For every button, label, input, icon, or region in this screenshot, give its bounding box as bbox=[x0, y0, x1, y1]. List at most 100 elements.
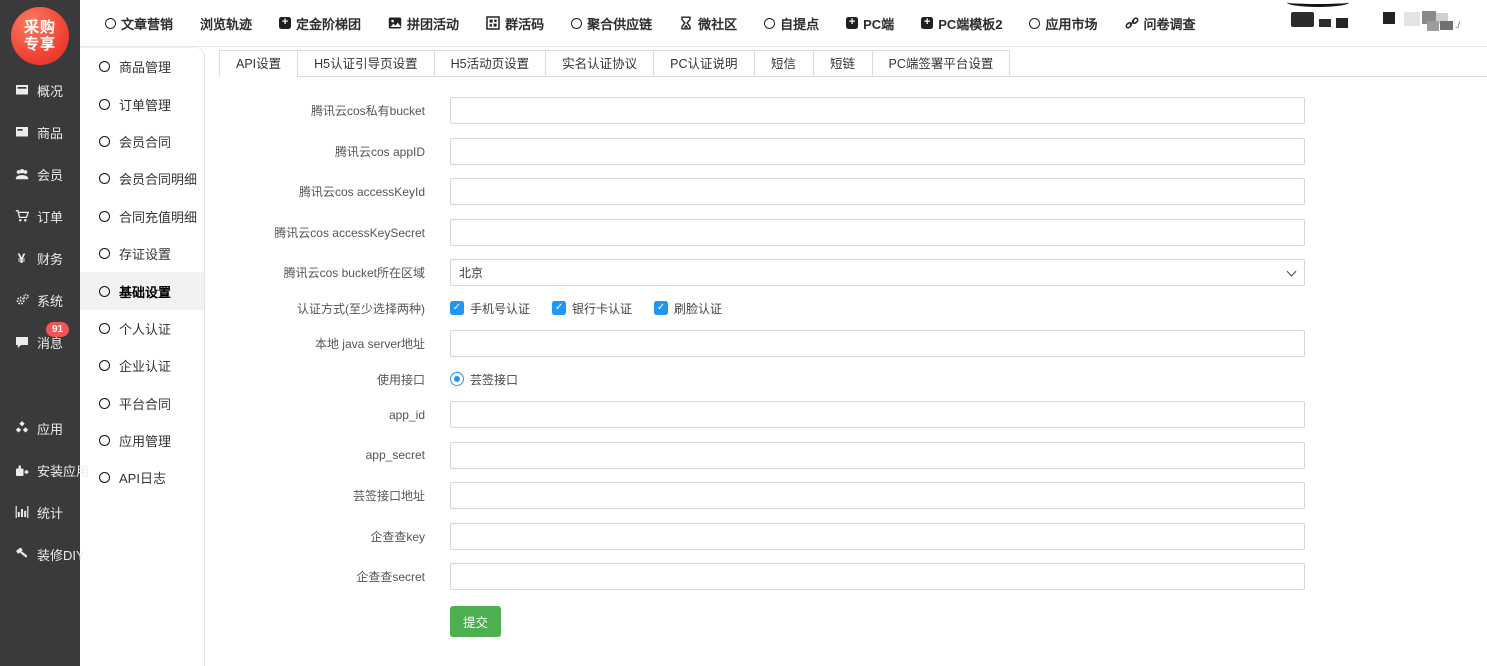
submenu-item-label: 会员合同明细 bbox=[119, 169, 197, 188]
circle-icon bbox=[571, 18, 582, 29]
sidebar-item-9[interactable]: 统计 bbox=[0, 491, 80, 533]
topnav-item-5[interactable]: 聚合供应链 bbox=[571, 14, 652, 33]
field-label: app_secret bbox=[205, 448, 425, 462]
tab-5[interactable]: 短信 bbox=[754, 50, 814, 77]
topnav-item-3[interactable]: 拼团活动 bbox=[388, 14, 459, 33]
tab-6[interactable]: 短链 bbox=[813, 50, 873, 77]
tab-4[interactable]: PC认证说明 bbox=[653, 50, 754, 77]
submenu-item-label: 存证设置 bbox=[119, 244, 171, 263]
text-input[interactable] bbox=[450, 219, 1305, 246]
submenu-item-6[interactable]: 基础设置 bbox=[80, 272, 204, 309]
sidebar-item-5[interactable]: 系统 bbox=[0, 279, 80, 321]
sidebar-item-0[interactable]: 概况 bbox=[0, 69, 80, 111]
tab-bar: API设置H5认证引导页设置H5活动页设置实名认证协议PC认证说明短信短链PC端… bbox=[219, 50, 1487, 77]
topnav-item-0[interactable]: 文章营销 bbox=[105, 14, 173, 33]
sidebar-item-label: 商品 bbox=[37, 123, 63, 142]
topnav-item-8[interactable]: +PC端 bbox=[846, 14, 894, 33]
sidebar-item-3[interactable]: 订单 bbox=[0, 195, 80, 237]
text-input[interactable] bbox=[450, 523, 1305, 550]
submenu-item-label: 基础设置 bbox=[119, 282, 171, 301]
tab-7[interactable]: PC端签署平台设置 bbox=[872, 50, 1011, 77]
submenu-item-7[interactable]: 个人认证 bbox=[80, 310, 204, 347]
tab-3[interactable]: 实名认证协议 bbox=[545, 50, 654, 77]
gears-icon bbox=[13, 293, 30, 307]
sidebar-item-4[interactable]: ¥财务 bbox=[0, 237, 80, 279]
submenu-item-1[interactable]: 订单管理 bbox=[80, 85, 204, 122]
topnav-item-label: 拼团活动 bbox=[407, 14, 459, 33]
form-row: 本地 java server地址 bbox=[205, 330, 1487, 357]
secondary-sidebar: 商品管理订单管理会员合同会员合同明细合同充值明细存证设置基础设置个人认证企业认证… bbox=[80, 47, 205, 666]
sidebar-item-label: 系统 bbox=[37, 291, 63, 310]
text-input[interactable] bbox=[450, 330, 1305, 357]
comment-icon bbox=[13, 335, 30, 349]
submenu-item-0[interactable]: 商品管理 bbox=[80, 48, 204, 85]
field-label: 腾讯云cos accessKeySecret bbox=[205, 224, 425, 241]
topnav-item-4[interactable]: 群活码 bbox=[486, 14, 544, 33]
submenu-item-11[interactable]: API日志 bbox=[80, 459, 204, 496]
sidebar-item-label: 统计 bbox=[37, 503, 63, 522]
tab-0[interactable]: API设置 bbox=[219, 50, 298, 77]
checkbox-option[interactable]: ✓银行卡认证 bbox=[552, 300, 632, 317]
text-input[interactable] bbox=[450, 563, 1305, 590]
submenu-item-label: 商品管理 bbox=[119, 57, 171, 76]
field-label: 使用接口 bbox=[205, 371, 425, 388]
tab-2[interactable]: H5活动页设置 bbox=[434, 50, 546, 77]
text-input[interactable] bbox=[450, 482, 1305, 509]
form-row: app_secret bbox=[205, 442, 1487, 469]
sidebar-item-10[interactable]: 装修DIY bbox=[0, 533, 80, 575]
text-input[interactable] bbox=[450, 138, 1305, 165]
circle-icon bbox=[99, 99, 110, 110]
field-control bbox=[450, 442, 1305, 469]
submenu-item-5[interactable]: 存证设置 bbox=[80, 235, 204, 272]
topnav-item-9[interactable]: +PC端模板2 bbox=[921, 14, 1002, 33]
text-input[interactable] bbox=[450, 97, 1305, 124]
field-label: 认证方式(至少选择两种) bbox=[205, 300, 425, 317]
topnav-item-6[interactable]: 微社区 bbox=[679, 14, 737, 33]
submenu-item-9[interactable]: 平台合同 bbox=[80, 385, 204, 422]
submenu-item-2[interactable]: 会员合同 bbox=[80, 123, 204, 160]
sidebar-item-8[interactable]: 安装应用 bbox=[0, 449, 80, 491]
topnav-item-11[interactable]: 问卷调查 bbox=[1125, 14, 1196, 33]
text-input[interactable] bbox=[450, 178, 1305, 205]
checkbox-option[interactable]: ✓手机号认证 bbox=[450, 300, 530, 317]
checkbox-option[interactable]: ✓刷脸认证 bbox=[654, 300, 722, 317]
top-navbar: 文章营销 浏览轨迹 +定金阶梯团 拼团活动 群活码 聚合供应链 微社区 自提点 +PC端 +PC端… bbox=[80, 0, 1487, 47]
checkbox-label: 银行卡认证 bbox=[572, 300, 632, 317]
select-value: 北京 bbox=[459, 264, 483, 281]
field-control bbox=[450, 482, 1305, 509]
tab-1[interactable]: H5认证引导页设置 bbox=[297, 50, 434, 77]
topnav-item-10[interactable]: 应用市场 bbox=[1029, 14, 1097, 33]
sidebar-item-label: 会员 bbox=[37, 165, 63, 184]
sidebar-item-7[interactable]: 应用 bbox=[0, 407, 80, 449]
text-input[interactable] bbox=[450, 401, 1305, 428]
topnav-item-2[interactable]: +定金阶梯团 bbox=[279, 14, 361, 33]
select-input[interactable]: 北京 bbox=[450, 259, 1305, 286]
submenu-item-3[interactable]: 会员合同明细 bbox=[80, 160, 204, 197]
circle-icon bbox=[99, 61, 110, 72]
topnav-item-label: PC端模板2 bbox=[938, 14, 1002, 33]
sidebar-group-divider bbox=[0, 363, 80, 407]
form-row: 腾讯云cos accessKeySecret bbox=[205, 219, 1487, 246]
desktop-icon bbox=[13, 83, 30, 97]
form-row: 腾讯云cos appID bbox=[205, 138, 1487, 165]
sidebar-item-6[interactable]: 消息91 bbox=[0, 321, 80, 363]
navbar-right-redacted: ./ bbox=[1277, 0, 1477, 47]
topnav-item-7[interactable]: 自提点 bbox=[764, 14, 819, 33]
submenu-item-4[interactable]: 合同充值明细 bbox=[80, 198, 204, 235]
submenu-item-10[interactable]: 应用管理 bbox=[80, 422, 204, 459]
submenu-item-8[interactable]: 企业认证 bbox=[80, 347, 204, 384]
submenu-item-label: 企业认证 bbox=[119, 356, 171, 375]
circle-icon bbox=[1029, 18, 1040, 29]
sidebar-item-2[interactable]: 会员 bbox=[0, 153, 80, 195]
field-control: ✓手机号认证 ✓银行卡认证 ✓刷脸认证 bbox=[450, 300, 744, 317]
submit-button[interactable]: 提交 bbox=[450, 606, 501, 637]
field-label: 本地 java server地址 bbox=[205, 335, 425, 352]
sidebar-item-label: 应用 bbox=[37, 419, 63, 438]
topnav-item-1[interactable]: 浏览轨迹 bbox=[200, 14, 252, 33]
text-input[interactable] bbox=[450, 442, 1305, 469]
app-logo[interactable]: 采购 专享 bbox=[11, 7, 69, 65]
topnav-item-label: PC端 bbox=[863, 14, 894, 33]
radio-option[interactable]: 芸签接口 bbox=[450, 371, 518, 388]
hourglass-icon bbox=[679, 16, 693, 30]
sidebar-item-1[interactable]: 商品 bbox=[0, 111, 80, 153]
